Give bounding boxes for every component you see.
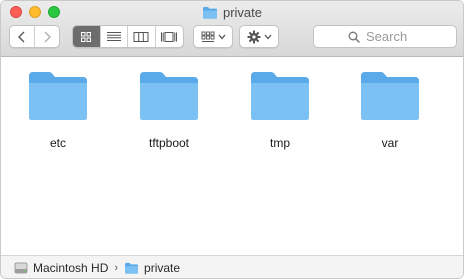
search-input[interactable] bbox=[366, 29, 422, 44]
path-separator: › bbox=[114, 262, 119, 274]
path-bar: Macintosh HD › private bbox=[1, 255, 463, 278]
folder-item-tmp[interactable]: tmp bbox=[225, 70, 335, 160]
window-title-text: private bbox=[222, 4, 263, 20]
arrange-grid-icon bbox=[201, 31, 214, 42]
search-icon bbox=[348, 31, 360, 43]
list-view-button[interactable] bbox=[101, 26, 128, 47]
folder-icon bbox=[29, 72, 87, 120]
folder-icon bbox=[361, 72, 419, 120]
icon-view-button[interactable] bbox=[73, 26, 101, 47]
folder-label: etc bbox=[49, 136, 66, 150]
forward-button[interactable] bbox=[35, 26, 59, 47]
folder-item-var[interactable]: var bbox=[335, 70, 445, 160]
gallery-view-button[interactable] bbox=[156, 26, 183, 47]
chevron-down-icon bbox=[264, 34, 271, 39]
hard-drive-icon bbox=[14, 262, 28, 274]
group-by-menu[interactable] bbox=[193, 25, 233, 48]
icon-grid: etc tftpboot tmp var bbox=[1, 58, 463, 255]
icon-grid-icon bbox=[81, 31, 92, 42]
folder-icon bbox=[251, 72, 309, 120]
view-mode-selector bbox=[72, 25, 184, 48]
chevron-down-icon bbox=[218, 34, 225, 39]
gallery-icon bbox=[161, 31, 178, 42]
list-icon bbox=[106, 32, 121, 41]
folder-icon bbox=[202, 6, 217, 19]
back-button[interactable] bbox=[10, 26, 35, 47]
action-menu[interactable] bbox=[239, 25, 279, 48]
folder-label: tmp bbox=[269, 136, 290, 150]
folder-label: var bbox=[381, 136, 399, 150]
gear-icon bbox=[247, 30, 260, 43]
column-view-button[interactable] bbox=[128, 26, 156, 47]
navigation-buttons bbox=[9, 25, 60, 48]
folder-icon bbox=[140, 72, 198, 120]
window-title: private bbox=[1, 3, 463, 21]
chevron-right-icon bbox=[44, 31, 51, 42]
path-segment-disk[interactable]: Macintosh HD bbox=[33, 261, 108, 275]
finder-window: private Search etc tftpboot tmp var Maci… bbox=[0, 0, 464, 279]
folder-item-tftpboot[interactable]: tftpboot bbox=[114, 70, 224, 160]
path-segment-folder[interactable]: private bbox=[144, 261, 180, 275]
title-toolbar: private bbox=[1, 1, 463, 57]
search-field[interactable] bbox=[313, 25, 457, 48]
chevron-left-icon bbox=[17, 31, 25, 42]
action-button[interactable] bbox=[240, 26, 278, 47]
columns-icon bbox=[133, 31, 149, 42]
folder-icon bbox=[125, 262, 138, 274]
folder-item-etc[interactable]: etc bbox=[3, 70, 113, 160]
folder-label: tftpboot bbox=[148, 136, 190, 150]
group-by-button[interactable] bbox=[194, 26, 232, 47]
